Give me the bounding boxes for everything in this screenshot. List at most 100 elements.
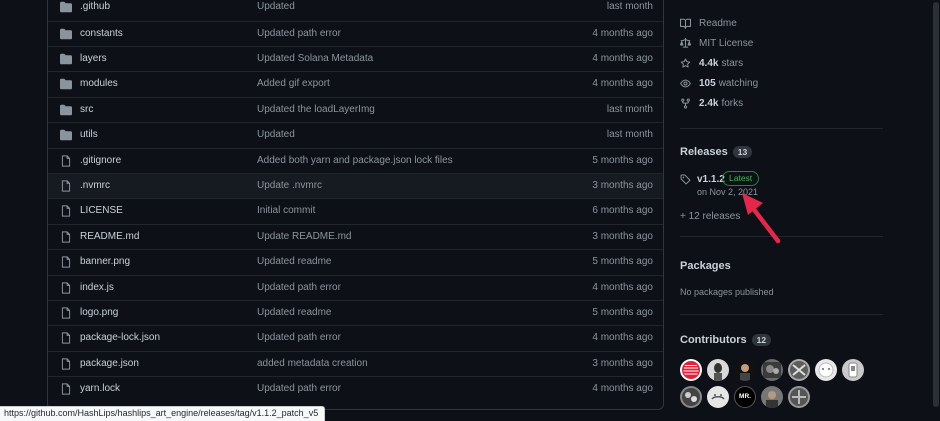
release-date: on Nov 2, 2021 xyxy=(697,187,759,197)
commit-message-link[interactable]: Initial commit xyxy=(257,205,315,216)
file-row[interactable]: package-lock.json Updated path error 4 mon… xyxy=(48,325,663,350)
commit-message-link[interactable]: Updated readme xyxy=(257,307,332,318)
contributor-avatar[interactable] xyxy=(734,359,756,381)
file-icon xyxy=(61,180,71,192)
file-icon xyxy=(61,332,71,344)
forks-link[interactable]: 2.4k forks xyxy=(680,96,743,110)
file-row[interactable]: banner.png Updated readme 5 months ago xyxy=(48,249,663,274)
contributor-avatar[interactable] xyxy=(842,359,864,381)
more-releases-link[interactable]: + 12 releases xyxy=(680,211,740,222)
file-row[interactable]: logo.png Updated readme 5 months ago xyxy=(48,300,663,325)
forks-label: forks xyxy=(721,97,744,109)
commit-message-link[interactable]: Updated xyxy=(257,129,295,140)
contributor-avatar[interactable] xyxy=(788,386,810,408)
file-icon xyxy=(61,231,71,243)
file-name-link[interactable]: banner.png xyxy=(80,256,130,267)
commit-time: 5 months ago xyxy=(592,307,653,318)
contributor-avatar[interactable] xyxy=(680,386,702,408)
file-row[interactable]: src Updated the loadLayerImg last month xyxy=(48,96,663,122)
page-scrollbar-thumb[interactable] xyxy=(933,2,939,407)
file-row[interactable]: .nvmrc Update .nvmrc 3 months ago xyxy=(48,173,663,198)
contributor-avatar[interactable] xyxy=(761,386,783,408)
contributor-avatar[interactable] xyxy=(788,359,810,381)
avatar-initials: MR. xyxy=(739,393,751,400)
contributor-avatar[interactable]: MR. xyxy=(734,386,756,408)
file-row[interactable]: yarn.lock Updated path error 4 months ago xyxy=(48,376,663,401)
file-row[interactable]: utils Updated last month xyxy=(48,122,663,147)
file-name-link[interactable]: src xyxy=(80,104,93,115)
releases-heading[interactable]: Releases 13 xyxy=(680,146,753,158)
commit-time: 3 months ago xyxy=(592,180,653,191)
commit-message-link[interactable]: Updated path error xyxy=(257,282,341,293)
tag-icon xyxy=(680,174,691,185)
readme-link[interactable]: Readme xyxy=(680,16,737,30)
commit-message-link[interactable]: Updated path error xyxy=(257,383,341,394)
file-name-link[interactable]: .nvmrc xyxy=(80,180,110,191)
sidebar-divider xyxy=(680,128,883,129)
file-row[interactable]: layers Updated Solana Metadata 4 months ag… xyxy=(48,46,663,71)
contributor-avatar[interactable] xyxy=(761,359,783,381)
commit-message-link[interactable]: Update README.md xyxy=(257,231,351,242)
file-row[interactable]: modules Added gif export 4 months ago xyxy=(48,71,663,96)
commit-message-link[interactable]: Updated xyxy=(257,1,295,12)
file-name-link[interactable]: README.md xyxy=(80,231,139,242)
file-name-link[interactable]: constants xyxy=(80,28,123,39)
contributors-heading[interactable]: Contributors 12 xyxy=(680,334,772,346)
commit-time: 4 months ago xyxy=(592,53,653,64)
file-row[interactable]: index.js Updated path error 4 months ago xyxy=(48,274,663,300)
commit-message-link[interactable]: Updated path error xyxy=(257,28,341,39)
file-name-link[interactable]: layers xyxy=(80,53,107,64)
file-name-link[interactable]: package.json xyxy=(80,358,139,369)
watching-link[interactable]: 105 watching xyxy=(680,76,758,90)
file-name-link[interactable]: logo.png xyxy=(80,307,118,318)
stars-link[interactable]: 4.4k stars xyxy=(680,56,743,70)
file-row[interactable]: .github Updated last month xyxy=(48,0,663,20)
page-scrollbar[interactable] xyxy=(932,0,940,421)
file-name-link[interactable]: .github xyxy=(80,1,110,12)
stars-label: stars xyxy=(721,57,744,69)
readme-label: Readme xyxy=(699,17,737,29)
file-name-link[interactable]: LICENSE xyxy=(80,205,123,216)
file-name-link[interactable]: index.js xyxy=(80,282,114,293)
contributor-avatar[interactable] xyxy=(815,359,837,381)
scale-icon xyxy=(680,37,691,48)
watching-count: 105 xyxy=(699,77,716,89)
contributors-title: Contributors xyxy=(680,334,747,346)
latest-release-link[interactable]: v1.1.2 xyxy=(697,174,725,185)
commit-message-link[interactable]: Added gif export xyxy=(257,78,330,89)
file-icon xyxy=(61,282,71,294)
file-row[interactable]: constants Updated path error 4 months ago xyxy=(48,20,663,46)
file-row[interactable]: README.md Update README.md 3 months ago xyxy=(48,223,663,249)
contributor-avatar[interactable] xyxy=(680,359,702,381)
contributor-avatar[interactable] xyxy=(707,386,729,408)
commit-message-link[interactable]: Added both yarn and package.json lock fi… xyxy=(257,155,453,166)
file-name-link[interactable]: modules xyxy=(80,78,118,89)
folder-icon xyxy=(60,104,72,116)
packages-heading[interactable]: Packages xyxy=(680,260,731,272)
file-icon xyxy=(61,307,71,319)
releases-count-badge: 13 xyxy=(732,146,753,158)
license-link[interactable]: MIT License xyxy=(680,36,753,50)
file-row[interactable]: .gitignore Added both yarn and package.js… xyxy=(48,147,663,173)
commit-message-link[interactable]: Updated path error xyxy=(257,332,341,343)
latest-badge: Latest xyxy=(722,171,760,186)
commit-message-link[interactable]: Update .nvmrc xyxy=(257,180,322,191)
commit-time: 4 months ago xyxy=(592,27,653,39)
file-name-link[interactable]: package-lock.json xyxy=(80,332,160,343)
contributor-avatar[interactable] xyxy=(707,359,729,381)
commit-message-link[interactable]: Updated the loadLayerImg xyxy=(257,104,375,115)
stars-count: 4.4k xyxy=(699,57,719,69)
file-name-link[interactable]: utils xyxy=(80,129,98,140)
file-row[interactable]: package.json added metadata creation 3 mon… xyxy=(48,350,663,376)
commit-message-link[interactable]: Updated readme xyxy=(257,256,332,267)
file-icon xyxy=(61,205,71,217)
commit-time: 5 months ago xyxy=(592,256,653,268)
file-name-link[interactable]: .gitignore xyxy=(80,155,121,166)
releases-title: Releases xyxy=(680,146,728,158)
file-name-link[interactable]: yarn.lock xyxy=(80,383,120,394)
commit-message-link[interactable]: added metadata creation xyxy=(257,358,368,369)
file-row[interactable]: LICENSE Initial commit 6 months ago xyxy=(48,198,663,223)
sidebar-divider xyxy=(680,314,883,315)
commit-message-link[interactable]: Updated Solana Metadata xyxy=(257,53,373,64)
eye-icon xyxy=(680,79,691,87)
